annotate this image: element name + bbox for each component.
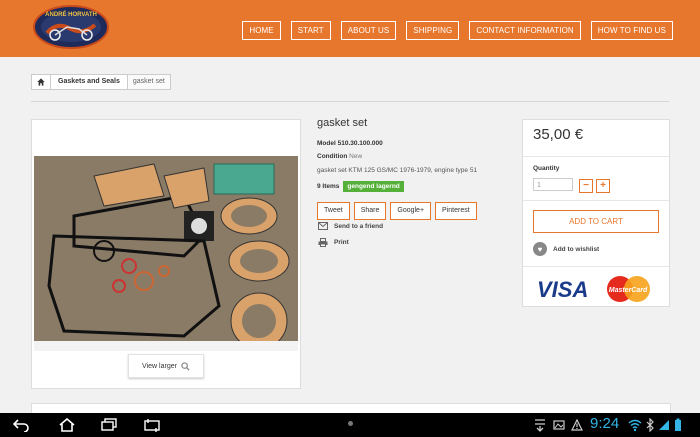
nav-about-us[interactable]: ABOUT US [340, 21, 397, 40]
product-model: Model 510.30.100.000 [317, 140, 383, 147]
product-description: gasket set KTM 125 GS/MC 1976-1979, engi… [317, 167, 478, 174]
clock: 9:24 [590, 415, 620, 432]
send-to-friend-link[interactable]: Send to a friend [318, 222, 383, 230]
product-price: 35,00 € [533, 126, 584, 143]
quantity-increase-button[interactable]: + [596, 179, 610, 193]
envelope-icon [318, 222, 328, 230]
quantity-input[interactable]: 1 [533, 178, 573, 191]
condition-label: Condition [317, 153, 348, 160]
warning-icon [571, 418, 583, 431]
page-indicator [348, 421, 353, 426]
stock-count: 9 Items [317, 183, 340, 190]
nav-contact-information[interactable]: CONTACT INFORMATION [469, 21, 581, 40]
divider [523, 156, 669, 157]
site-header: ANDRÉ HORVATH HOME START ABOUT US SHIPPI… [0, 0, 700, 57]
signal-icon [659, 420, 669, 430]
stock-info: 9 Items gengend lagernd [317, 181, 404, 192]
system-bar: 9:24 [0, 413, 700, 437]
print-label: Print [334, 239, 349, 246]
breadcrumb-current: gasket set [127, 75, 170, 89]
divider [31, 101, 669, 102]
site-logo[interactable]: ANDRÉ HORVATH [33, 5, 109, 49]
back-icon[interactable] [12, 418, 30, 432]
svg-text:ANDRÉ HORVATH: ANDRÉ HORVATH [45, 10, 97, 18]
heart-icon: ♥ [533, 242, 547, 256]
bluetooth-icon [646, 418, 654, 432]
battery-icon [675, 418, 681, 431]
product-title: gasket set [317, 117, 368, 129]
stock-badge: gengend lagernd [343, 181, 404, 192]
quantity-label: Quantity [533, 165, 560, 172]
nav-start[interactable]: START [290, 21, 331, 40]
download-icon [535, 419, 545, 432]
main-nav: HOME START ABOUT US SHIPPING CONTACT INF… [242, 21, 673, 40]
google-plus-button[interactable]: Google+ [390, 202, 432, 220]
zoom-icon [181, 361, 190, 371]
product-image-box: View larger [31, 119, 301, 389]
condition-value: New [349, 153, 363, 160]
visa-logo: VISA [537, 277, 588, 302]
divider [523, 200, 669, 201]
nav-home[interactable]: HOME [242, 21, 281, 40]
home-nav-icon[interactable] [58, 418, 76, 432]
buy-box: 35,00 € Quantity 1 − + ADD TO CART ♥ Add… [522, 119, 670, 307]
breadcrumb-gaskets-and-seals[interactable]: Gaskets and Seals [51, 75, 128, 89]
breadcrumb-home[interactable] [32, 75, 51, 89]
model-label: Model [317, 140, 336, 147]
product-photo[interactable] [34, 156, 298, 351]
mastercard-logo: MasterCard [609, 287, 648, 294]
add-to-cart-button[interactable]: ADD TO CART [533, 210, 659, 233]
wishlist-label: Add to wishlist [553, 245, 600, 253]
pinterest-button[interactable]: Pinterest [435, 202, 477, 220]
print-link[interactable]: Print [318, 238, 349, 247]
model-value: 510.30.100.000 [337, 140, 383, 147]
add-to-wishlist-link[interactable]: ♥ Add to wishlist [533, 242, 599, 256]
tweet-button[interactable]: Tweet [317, 202, 350, 220]
view-larger-button[interactable]: View larger [128, 354, 204, 378]
printer-icon [318, 238, 328, 247]
nav-shipping[interactable]: SHIPPING [406, 21, 460, 40]
social-share: Tweet Share Google+ Pinterest [317, 202, 477, 220]
view-larger-label: View larger [142, 362, 177, 370]
recent-apps-icon[interactable] [100, 418, 118, 432]
product-condition: Condition New [317, 153, 362, 160]
screenshot-icon[interactable] [143, 418, 161, 432]
divider [523, 266, 669, 267]
wifi-icon [628, 419, 642, 432]
image-icon [553, 420, 565, 430]
quantity-decrease-button[interactable]: − [579, 179, 593, 193]
home-icon [37, 78, 45, 86]
share-button[interactable]: Share [353, 202, 387, 220]
nav-how-to-find-us[interactable]: HOW TO FIND US [590, 21, 673, 40]
breadcrumb: Gaskets and Seals gasket set [31, 74, 171, 90]
payment-cards: VISA MasterCard [537, 276, 650, 302]
send-to-friend-label: Send to a friend [334, 222, 384, 230]
